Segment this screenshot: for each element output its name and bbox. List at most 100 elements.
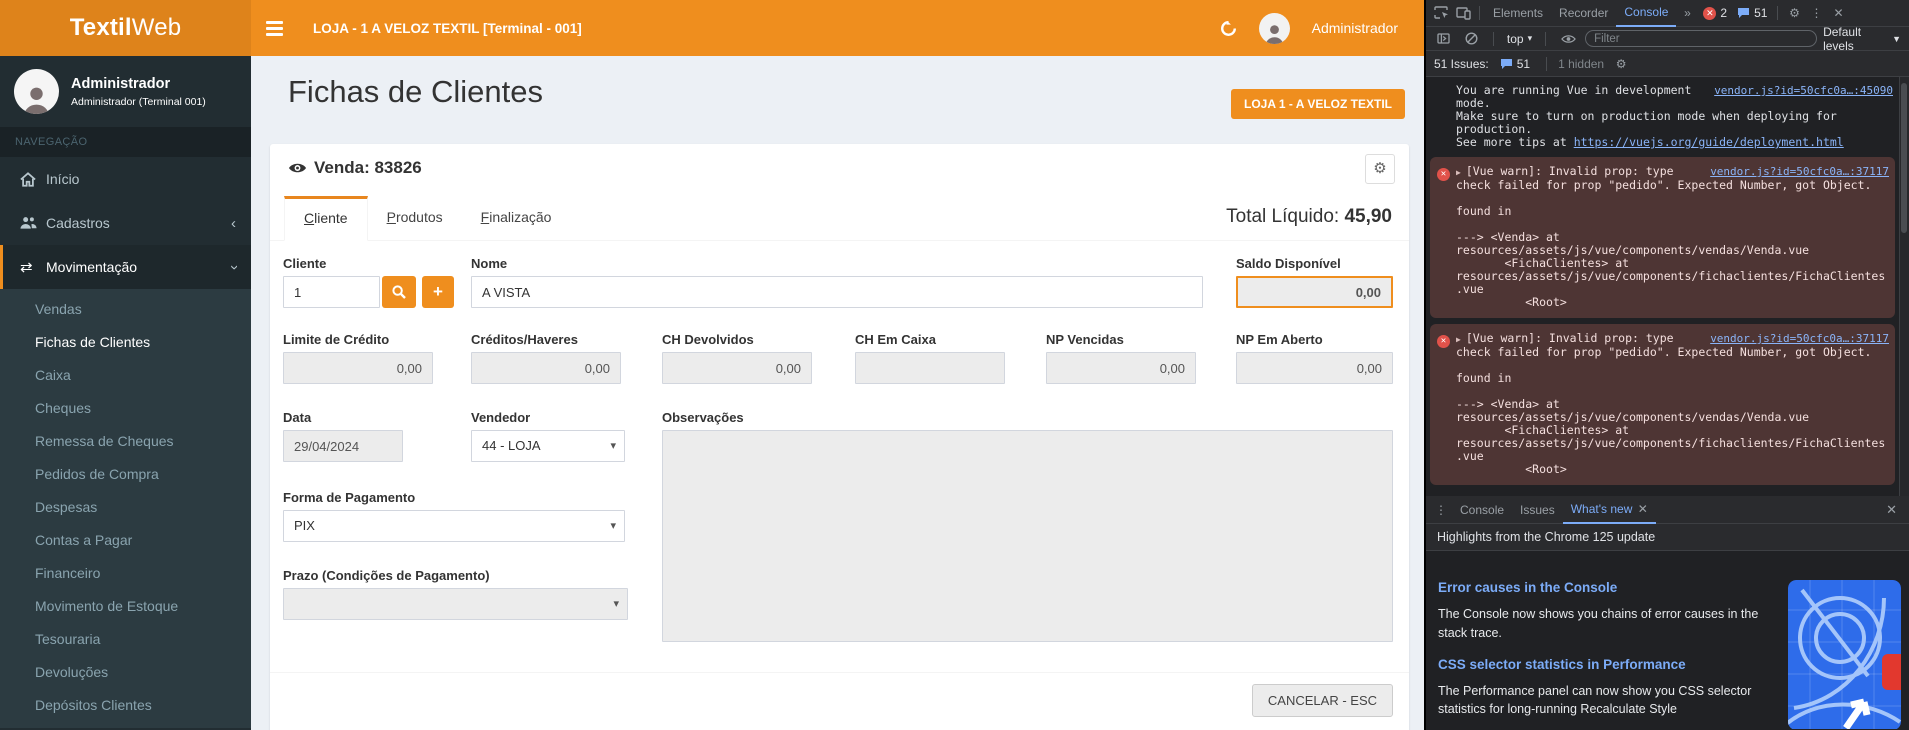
- hamburger-menu-icon[interactable]: [251, 0, 297, 56]
- more-tabs-icon[interactable]: »: [1676, 6, 1698, 20]
- drawer-tab-whats-new[interactable]: What's new ✕: [1563, 496, 1656, 524]
- ch-devolvidos-label: CH Devolvidos: [662, 332, 754, 347]
- devtools-tab-elements[interactable]: Elements: [1485, 1, 1551, 26]
- expand-arrow-icon[interactable]: ▶: [1456, 168, 1461, 177]
- console-sidebar-toggle-icon[interactable]: [1432, 33, 1454, 44]
- np-em-aberto-label: NP Em Aberto: [1236, 332, 1323, 347]
- add-client-button[interactable]: +: [422, 276, 454, 308]
- devtools-close-icon[interactable]: ✕: [1827, 6, 1849, 20]
- cliente-input[interactable]: [283, 276, 380, 308]
- drawer-close-icon[interactable]: ✕: [1886, 502, 1905, 518]
- sidebar-item-movimentacao[interactable]: ⇄ Movimentação ‹: [0, 245, 251, 289]
- submenu-item-despesas[interactable]: Despesas: [0, 491, 251, 524]
- issues-settings-gear-icon[interactable]: ⚙: [1610, 57, 1632, 71]
- cancel-button[interactable]: CANCELAR - ESC: [1252, 684, 1393, 717]
- ch-em-caixa-label: CH Em Caixa: [855, 332, 936, 347]
- console-toolbar: top▾ Default levels▼: [1426, 27, 1909, 51]
- home-icon: [20, 172, 46, 187]
- textilweb-app: TextilWeb LOJA - 1 A VELOZ TEXTIL [Termi…: [0, 0, 1424, 730]
- submenu-item-cheques[interactable]: Cheques: [0, 392, 251, 425]
- inspect-element-icon[interactable]: [1430, 6, 1452, 20]
- issues-count-label: 51 Issues:: [1434, 57, 1489, 71]
- whats-new-content: Error causes in the Console The Console …: [1426, 551, 1909, 729]
- page-title: Fichas de Clientes: [288, 74, 543, 110]
- vendedor-select[interactable]: 44 - LOJA▾: [471, 430, 625, 462]
- submenu-item-vendas[interactable]: Vendas: [0, 293, 251, 326]
- submenu-item-caixa[interactable]: Caixa: [0, 359, 251, 392]
- submenu-item-remessa-de-cheques[interactable]: Remessa de Cheques: [0, 425, 251, 458]
- devtools-kebab-menu-icon[interactable]: ⋮: [1805, 6, 1827, 20]
- console-source-link[interactable]: vendor.js?id=50cfc0a…:37117: [1710, 332, 1889, 345]
- sidebar-user-name: Administrador: [71, 76, 206, 92]
- movimentacao-submenu: Vendas Fichas de Clientes Caixa Cheques …: [0, 289, 251, 728]
- devtools-settings-gear-icon[interactable]: ⚙: [1783, 6, 1805, 20]
- error-icon: ✕: [1703, 7, 1716, 20]
- console-source-link[interactable]: vendor.js?id=50cfc0a…:37117: [1710, 165, 1889, 178]
- live-expression-eye-icon[interactable]: [1557, 34, 1579, 44]
- drawer-tab-issues[interactable]: Issues: [1512, 497, 1563, 523]
- submenu-item-movimento-de-estoque[interactable]: Movimento de Estoque: [0, 590, 251, 623]
- chevron-left-icon: ‹: [231, 215, 236, 232]
- console-error-message[interactable]: ✕ vendor.js?id=50cfc0a…:37117▶[Vue warn]…: [1430, 157, 1895, 318]
- submenu-item-pedidos-de-compra[interactable]: Pedidos de Compra: [0, 458, 251, 491]
- caret-down-icon: ▾: [1528, 33, 1533, 44]
- limite-credito-input: [283, 352, 433, 384]
- submenu-item-tesouraria[interactable]: Tesouraria: [0, 623, 251, 656]
- vuejs-tips-link[interactable]: https://vuejs.org/guide/deployment.html: [1574, 135, 1844, 149]
- devtools-tab-recorder[interactable]: Recorder: [1551, 1, 1616, 26]
- submenu-item-fichas-de-clientes[interactable]: Fichas de Clientes: [0, 326, 251, 359]
- nome-input[interactable]: [471, 276, 1203, 308]
- submenu-item-financeiro[interactable]: Financeiro: [0, 557, 251, 590]
- log-levels-dropdown[interactable]: Default levels▼: [1823, 25, 1903, 53]
- error-count-badge[interactable]: ✕ 2: [1703, 6, 1727, 20]
- whats-new-section-text: The Performance panel can now show you C…: [1438, 682, 1772, 720]
- tab-produtos[interactable]: Produtos: [368, 196, 462, 240]
- device-toolbar-icon[interactable]: [1452, 7, 1474, 20]
- card-title: Venda: 83826: [288, 158, 422, 178]
- submenu-item-contas-a-pagar[interactable]: Contas a Pagar: [0, 524, 251, 557]
- cliente-label: Cliente: [283, 256, 326, 271]
- observacoes-label: Observações: [662, 410, 744, 425]
- terminal-title: LOJA - 1 A VELOZ TEXTIL [Terminal - 001]: [313, 21, 582, 36]
- sidebar-item-inicio[interactable]: Início: [0, 157, 251, 201]
- eye-icon: [288, 161, 307, 175]
- message-count-badge[interactable]: 51: [1737, 6, 1767, 20]
- context-selector[interactable]: top▾: [1505, 32, 1534, 46]
- tab-close-icon[interactable]: ✕: [1638, 502, 1648, 516]
- expand-arrow-icon[interactable]: ▶: [1456, 335, 1461, 344]
- tab-finalizacao[interactable]: Finalização: [462, 196, 571, 240]
- console-error-message[interactable]: ✕ vendor.js?id=50cfc0a…:37117▶[Vue warn]…: [1430, 324, 1895, 485]
- prazo-label: Prazo (Condições de Pagamento): [283, 568, 490, 583]
- drawer-kebab-menu-icon[interactable]: ⋮: [1430, 503, 1452, 517]
- console-scrollbar-thumb[interactable]: [1901, 83, 1907, 233]
- issues-bar: 51 Issues: 51 1 hidden ⚙: [1426, 51, 1909, 77]
- forma-pagamento-select[interactable]: PIX▾: [283, 510, 625, 542]
- np-vencidas-label: NP Vencidas: [1046, 332, 1124, 347]
- sidebar-item-cadastros[interactable]: Cadastros ‹: [0, 201, 251, 245]
- search-client-button[interactable]: [382, 276, 416, 308]
- clear-console-icon[interactable]: [1460, 32, 1482, 45]
- creditos-haveres-label: Créditos/Haveres: [471, 332, 578, 347]
- card-settings-gear-icon[interactable]: ⚙: [1365, 154, 1395, 184]
- sidebar-avatar: [14, 69, 59, 114]
- refresh-icon[interactable]: [1220, 20, 1237, 37]
- data-input: [283, 430, 403, 462]
- drawer-tab-console[interactable]: Console: [1452, 497, 1512, 523]
- submenu-item-depositos-clientes[interactable]: Depósitos Clientes: [0, 689, 251, 722]
- logo-bold: Textil: [70, 14, 132, 42]
- user-avatar[interactable]: [1259, 13, 1290, 44]
- devtools-tab-console[interactable]: Console: [1616, 0, 1676, 27]
- console-source-link[interactable]: vendor.js?id=50cfc0a…:45090: [1714, 84, 1893, 97]
- limite-credito-label: Limite de Crédito: [283, 332, 389, 347]
- console-messages: vendor.js?id=50cfc0a…:45090You are runni…: [1426, 77, 1909, 496]
- hidden-messages-label: 1 hidden: [1558, 57, 1604, 71]
- logo-light: Web: [132, 14, 182, 42]
- issues-badge[interactable]: 51: [1500, 57, 1530, 71]
- submenu-item-devolucoes[interactable]: Devoluções: [0, 656, 251, 689]
- select-caret-icon: ▾: [613, 589, 619, 619]
- store-button[interactable]: LOJA 1 - A VELOZ TEXTIL: [1231, 89, 1405, 119]
- tab-cliente[interactable]: Cliente: [284, 196, 368, 241]
- topbar-username[interactable]: Administrador: [1312, 20, 1398, 36]
- forma-pagamento-label: Forma de Pagamento: [283, 490, 415, 505]
- console-filter-input[interactable]: [1585, 30, 1817, 47]
